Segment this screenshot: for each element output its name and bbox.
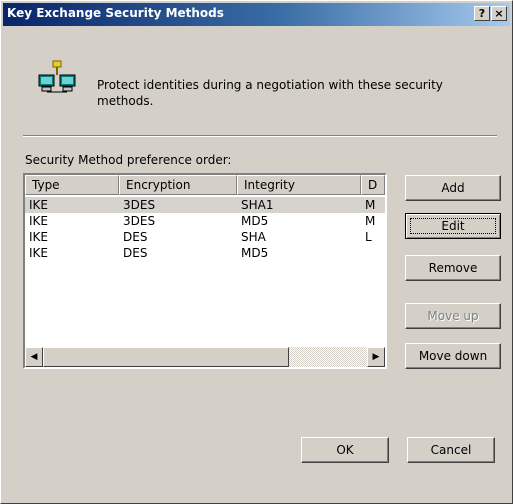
scroll-left-icon[interactable]: ◀ [25,347,43,367]
column-header-encryption[interactable]: Encryption [119,175,237,195]
window-title: Key Exchange Security Methods [7,6,224,20]
cancel-button[interactable]: Cancel [407,437,495,463]
intro-description: Protect identities during a negotiation … [97,78,443,108]
network-computers-key-icon [38,60,76,93]
cell-integrity: MD5 [241,246,269,260]
edit-button[interactable]: Edit [405,213,501,239]
move-up-button[interactable]: Move up [405,303,501,329]
cell-encryption: DES [123,246,148,260]
help-button[interactable]: ? [474,6,490,21]
key-exchange-dialog: Key Exchange Security Methods ? × Protec… [0,0,513,504]
column-header-more[interactable]: D [361,175,385,195]
scroll-right-icon[interactable]: ▶ [367,347,385,367]
add-button[interactable]: Add [405,175,501,201]
cell-extra: L [365,230,372,244]
cell-type: IKE [29,230,48,244]
edit-button-label: Edit [410,218,496,234]
cell-integrity: SHA1 [241,198,274,212]
list-row[interactable]: IKE 3DES MD5 M [25,213,385,229]
ok-button[interactable]: OK [301,437,389,463]
list-row[interactable]: IKE DES SHA L [25,229,385,245]
close-button[interactable]: × [491,6,507,21]
list-caption: Security Method preference order: [25,153,232,167]
list-rows: IKE 3DES SHA1 M IKE 3DES MD5 M IKE DES S… [25,197,385,261]
cell-type: IKE [29,214,48,228]
cell-extra: M [365,198,376,212]
horizontal-scrollbar[interactable]: ◀ ▶ [25,347,385,367]
cell-extra: M [365,214,376,228]
cell-encryption: 3DES [123,214,156,228]
column-header-integrity[interactable]: Integrity [237,175,361,195]
scrollbar-thumb[interactable] [43,347,289,367]
remove-button[interactable]: Remove [405,255,501,281]
separator-highlight [23,136,497,137]
cell-encryption: DES [123,230,148,244]
move-down-button[interactable]: Move down [405,343,501,369]
list-row[interactable]: IKE 3DES SHA1 M [25,197,385,213]
title-bar[interactable]: Key Exchange Security Methods ? × [3,3,510,26]
security-methods-list[interactable]: Type Encryption Integrity D IKE 3DES SHA… [23,173,387,369]
list-row[interactable]: IKE DES MD5 [25,245,385,261]
cell-encryption: 3DES [123,198,156,212]
cell-integrity: SHA [241,230,266,244]
column-header-type[interactable]: Type [25,175,119,195]
cell-type: IKE [29,246,48,260]
list-header: Type Encryption Integrity D [25,175,385,195]
cell-integrity: MD5 [241,214,269,228]
cell-type: IKE [29,198,48,212]
